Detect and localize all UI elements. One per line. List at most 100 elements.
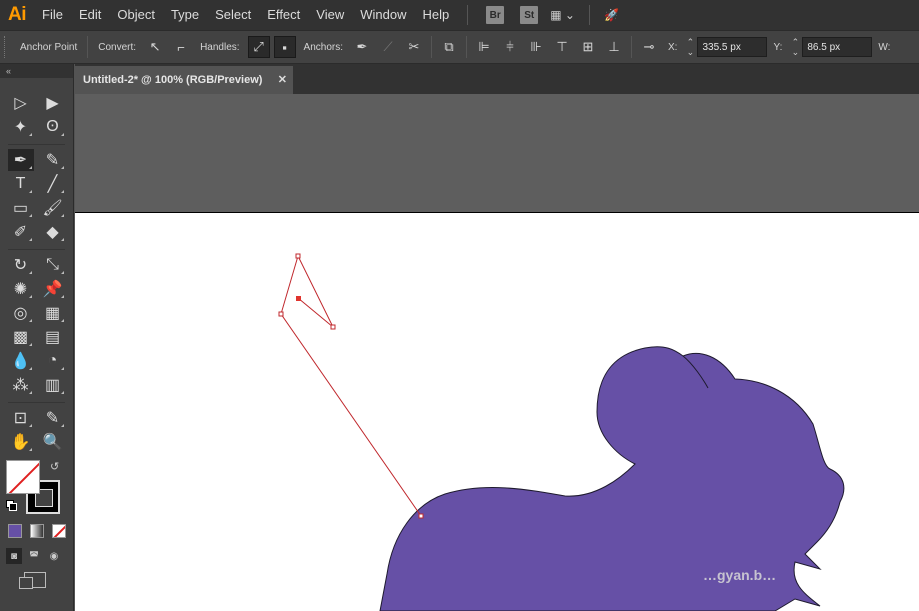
menu-help[interactable]: Help — [414, 0, 457, 30]
default-fill-stroke-icon[interactable] — [6, 500, 17, 511]
show-handles-icon[interactable]: ⤢ — [247, 36, 270, 58]
draw-mode-row: ◙ ◚ ◉ — [6, 548, 62, 564]
y-field[interactable] — [802, 37, 873, 57]
document-tab-bar: Untitled-2* @ 100% (RGB/Preview) ✕ — [75, 64, 919, 94]
selection-icon[interactable]: ▷ — [8, 92, 34, 114]
isolate-object-icon[interactable]: ⧉ — [438, 36, 460, 58]
canvas-drawing[interactable] — [75, 94, 919, 611]
swap-fill-stroke-icon[interactable]: ↺ — [50, 460, 59, 473]
pen-icon[interactable]: ✒ — [7, 149, 34, 171]
x-label: X: — [668, 41, 678, 53]
x-stepper[interactable]: ⌃ ⌄ — [683, 36, 697, 58]
free-transform-icon[interactable]: 📌 — [40, 278, 66, 300]
column-graph-icon[interactable]: ▥ — [40, 374, 66, 396]
control-bar: Anchor Point Convert: ↖ ⌐ Handles: ⤢ ▪ A… — [0, 30, 919, 64]
remove-anchor-icon[interactable]: ✒ — [351, 36, 373, 58]
menu-view[interactable]: View — [308, 0, 352, 30]
convert-to-corner-icon[interactable]: ↖ — [144, 36, 166, 58]
fill-swatch[interactable] — [6, 460, 40, 494]
gradient-icon[interactable]: ▤ — [40, 326, 66, 348]
eraser-icon[interactable]: ◆ — [40, 221, 66, 243]
blend-icon[interactable]: ◔ — [40, 350, 66, 372]
menu-file[interactable]: File — [34, 0, 71, 30]
tools-panel: « ▷ ▶ ✦ ʘ ✒ ✎ T ╱ ▭ 🖌 ✐ ◆ ↻ ⤡ ✺ 📌 ◎ ▦ ▩ ▤ 💧 ◔ ⁂ ▥ ⊡ ✎… — [0, 64, 74, 611]
app-logo: Ai — [8, 4, 27, 25]
color-mode-icon[interactable] — [8, 524, 22, 538]
control-bar-grip[interactable] — [4, 36, 10, 58]
slice-icon[interactable]: ✎ — [40, 407, 66, 429]
zoom-icon[interactable]: 🔍 — [40, 431, 66, 453]
draw-normal-icon[interactable]: ◙ — [6, 548, 22, 564]
menu-select[interactable]: Select — [207, 0, 259, 30]
workspace-arrange-icon[interactable]: ▦ ⌄ — [550, 8, 575, 22]
draw-inside-icon[interactable]: ◉ — [46, 548, 62, 564]
menu-divider — [588, 5, 590, 25]
none-mode-icon[interactable] — [52, 524, 66, 538]
document-tab[interactable]: Untitled-2* @ 100% (RGB/Preview) ✕ — [75, 66, 293, 94]
color-mode-row — [8, 524, 66, 538]
document-tab-title: Untitled-2* @ 100% (RGB/Preview) — [83, 74, 263, 86]
x-field[interactable] — [697, 37, 768, 57]
selected-anchor-point[interactable] — [296, 296, 301, 301]
draw-behind-icon[interactable]: ◚ — [26, 548, 42, 564]
rectangle-icon[interactable]: ▭ — [8, 197, 34, 219]
menu-window[interactable]: Window — [352, 0, 414, 30]
canvas-workspace[interactable]: …gyan.b… — [75, 94, 919, 611]
cut-path-icon[interactable]: ✂ — [403, 36, 425, 58]
screen-mode-icon[interactable] — [19, 572, 46, 589]
menu-divider — [467, 5, 469, 25]
anchor-point[interactable] — [418, 513, 424, 519]
anchor-point[interactable] — [330, 324, 336, 330]
gpu-performance-icon[interactable]: 🚀 — [604, 8, 619, 22]
handles-label: Handles: — [200, 41, 240, 53]
connect-anchors-icon[interactable]: ⟋ — [377, 36, 399, 58]
anchor-point[interactable] — [278, 311, 284, 317]
menu-edit[interactable]: Edit — [71, 0, 109, 30]
curvature-icon[interactable]: ✎ — [40, 149, 66, 171]
y-label: Y: — [773, 41, 783, 53]
menu-bar: Ai File Edit Object Type Select Effect V… — [0, 0, 919, 30]
magic-wand-icon[interactable]: ✦ — [8, 116, 34, 138]
align-right-icon[interactable]: ⊪ — [525, 36, 547, 58]
reference-point-icon[interactable]: ⊸ — [638, 36, 660, 58]
stock-button[interactable]: St — [520, 6, 539, 24]
shape-builder-icon[interactable]: ◎ — [8, 302, 34, 324]
fill-stroke-widget: ↺ — [6, 460, 66, 518]
direct-selection-icon[interactable]: ▶ — [40, 92, 66, 114]
w-label: W: — [878, 41, 891, 53]
align-center-v-icon[interactable]: ⊞ — [577, 36, 599, 58]
align-bottom-icon[interactable]: ⊥ — [603, 36, 625, 58]
line-segment-icon[interactable]: ╱ — [40, 173, 66, 195]
perspective-grid-icon[interactable]: ▦ — [40, 302, 66, 324]
anchor-point[interactable] — [295, 253, 301, 259]
align-top-icon[interactable]: ⊤ — [551, 36, 573, 58]
warp-icon[interactable]: ✺ — [8, 278, 34, 300]
lasso-icon[interactable]: ʘ — [40, 116, 66, 138]
anchors-label: Anchors: — [303, 41, 343, 53]
type-icon[interactable]: T — [8, 173, 34, 195]
symbol-sprayer-icon[interactable]: ⁂ — [8, 374, 34, 396]
scale-icon[interactable]: ⤡ — [40, 254, 66, 276]
convert-to-smooth-icon[interactable]: ⌐ — [170, 36, 192, 58]
shaper-icon[interactable]: ✐ — [8, 221, 34, 243]
tool-name-label: Anchor Point — [20, 41, 78, 53]
align-center-h-icon[interactable]: ⫩ — [499, 36, 521, 58]
artboard-icon[interactable]: ⊡ — [8, 407, 34, 429]
menu-type[interactable]: Type — [163, 0, 207, 30]
y-stepper[interactable]: ⌃ ⌄ — [788, 36, 802, 58]
watermark: …gyan.b… — [703, 567, 777, 583]
eyedropper-icon[interactable]: 💧 — [8, 350, 34, 372]
paintbrush-icon[interactable]: 🖌 — [40, 197, 66, 219]
tools-panel-collapse-icon[interactable]: « — [0, 64, 73, 78]
align-left-icon[interactable]: ⊫ — [473, 36, 495, 58]
pen-path[interactable] — [280, 254, 422, 517]
rotate-icon[interactable]: ↻ — [8, 254, 34, 276]
mesh-icon[interactable]: ▩ — [8, 326, 34, 348]
menu-object[interactable]: Object — [109, 0, 163, 30]
bridge-button[interactable]: Br — [486, 6, 505, 24]
close-icon[interactable]: ✕ — [278, 73, 287, 86]
menu-effect[interactable]: Effect — [259, 0, 308, 30]
hide-handles-icon[interactable]: ▪ — [273, 36, 296, 58]
hand-icon[interactable]: ✋ — [8, 431, 34, 453]
gradient-mode-icon[interactable] — [30, 524, 44, 538]
